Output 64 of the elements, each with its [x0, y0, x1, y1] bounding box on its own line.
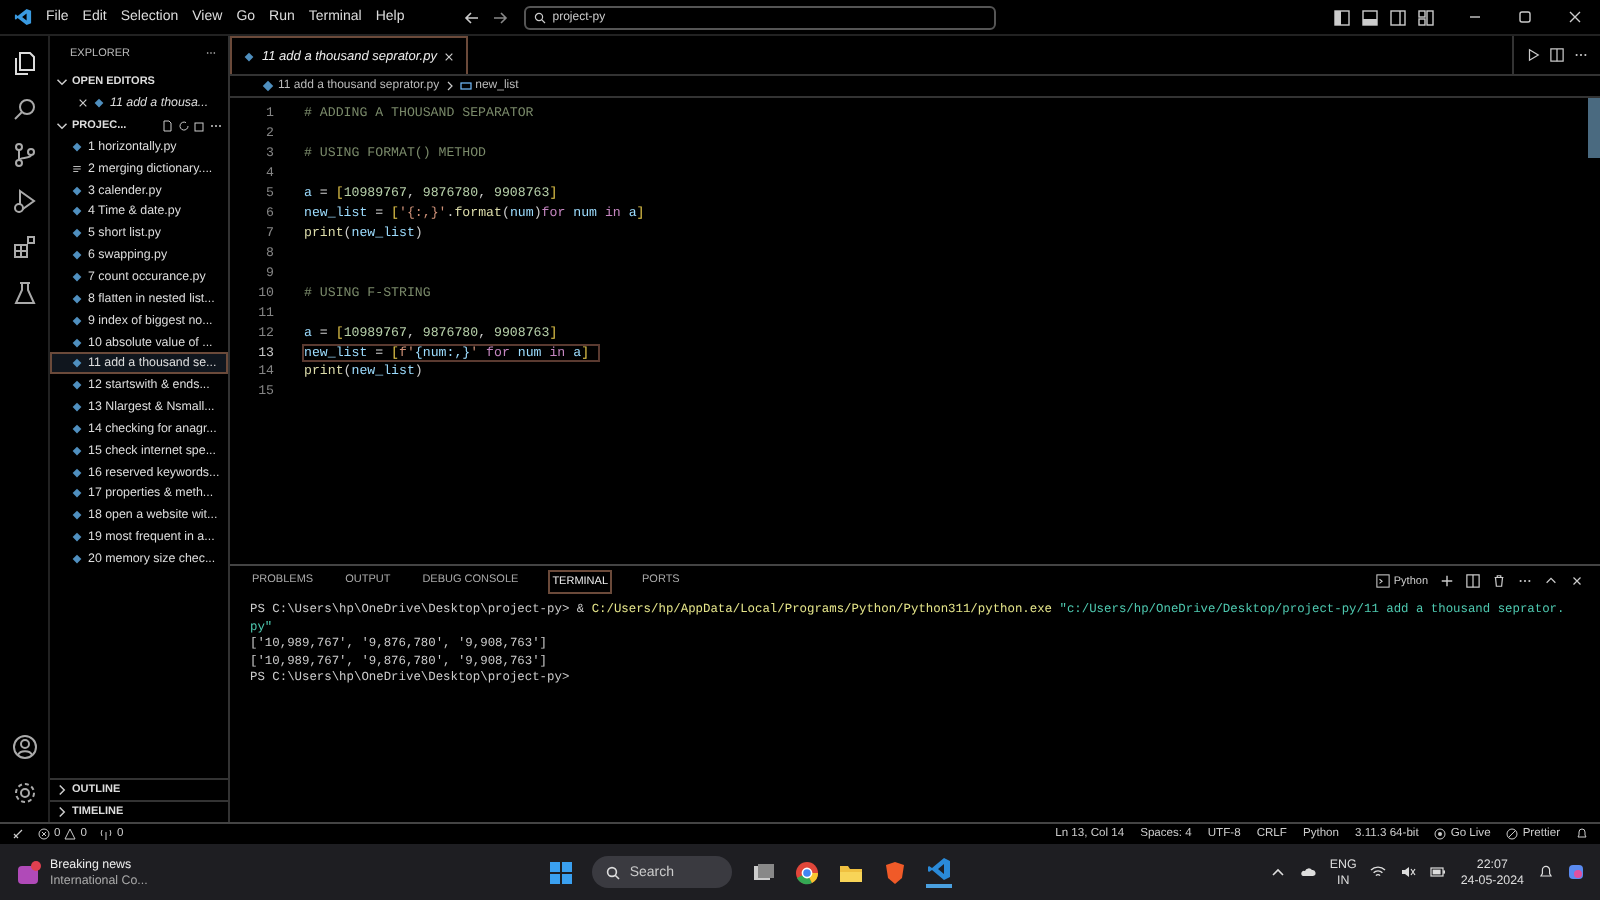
speaker-icon[interactable]	[1400, 864, 1417, 880]
refresh-icon[interactable]	[178, 119, 190, 131]
battery-icon[interactable]	[1430, 864, 1447, 880]
scrollbar-thumb[interactable]	[1588, 98, 1600, 158]
code-editor-logo-icon	[14, 8, 32, 26]
app-icon[interactable]	[1568, 864, 1584, 880]
close-icon[interactable]	[1566, 8, 1584, 26]
python-file-icon	[72, 141, 82, 152]
split-editor-icon[interactable]	[1550, 48, 1564, 62]
run-icon[interactable]	[1526, 48, 1540, 62]
python-file-icon	[94, 98, 104, 108]
split-terminal-icon[interactable]	[1466, 574, 1480, 588]
bell-icon[interactable]	[1576, 828, 1588, 840]
warning-icon	[64, 828, 77, 840]
toggle-sidebar-icon[interactable]	[1334, 9, 1350, 25]
chevron-icon[interactable]	[56, 75, 68, 87]
search-icon	[605, 865, 620, 879]
broadcast-icon	[1434, 828, 1447, 840]
back-arrow-icon[interactable]	[464, 9, 481, 25]
chevron-icon[interactable]	[56, 119, 68, 131]
chevron-up-icon[interactable]	[1269, 864, 1286, 880]
wifi-icon[interactable]	[1370, 864, 1387, 880]
bell-icon[interactable]	[1538, 864, 1554, 880]
antenna-icon	[100, 828, 113, 840]
trash-icon[interactable]	[1492, 574, 1506, 588]
toggle-panel-icon[interactable]	[1362, 9, 1378, 25]
shield-icon[interactable]	[881, 859, 908, 885]
python-file-icon	[244, 51, 254, 61]
cloud-icon[interactable]	[1299, 864, 1316, 880]
remote-icon[interactable]	[12, 828, 24, 840]
variable-icon	[459, 80, 472, 92]
chevron-icon	[443, 80, 456, 92]
close-icon[interactable]	[78, 98, 88, 108]
maximize-icon[interactable]	[1516, 8, 1534, 26]
collapse-icon[interactable]	[194, 119, 206, 131]
account-icon[interactable]	[11, 734, 37, 760]
browser-icon[interactable]	[793, 859, 820, 885]
code-editor-icon[interactable]	[925, 856, 952, 888]
error-icon	[38, 828, 50, 840]
start-icon[interactable]	[547, 859, 574, 885]
run-debug-icon[interactable]	[11, 188, 37, 214]
text-file-icon	[72, 163, 82, 174]
chevron-icon[interactable]	[56, 784, 68, 796]
plus-icon[interactable]	[1440, 574, 1454, 588]
search-icon[interactable]	[11, 96, 37, 122]
layout-icon[interactable]	[1418, 9, 1434, 25]
extensions-icon[interactable]	[11, 234, 37, 260]
no-entry-icon	[1506, 828, 1519, 840]
new-file-icon[interactable]	[162, 119, 174, 131]
source-control-icon[interactable]	[11, 142, 37, 168]
desktop-icon[interactable]	[749, 859, 776, 885]
python-file-icon	[262, 80, 274, 92]
chevron-up-icon[interactable]	[1544, 574, 1558, 588]
settings-icon[interactable]	[11, 780, 37, 806]
weather-widget-icon[interactable]	[16, 859, 42, 885]
close-icon[interactable]	[444, 51, 455, 61]
close-icon[interactable]	[1570, 574, 1584, 588]
toggle-secondary-sidebar-icon[interactable]	[1390, 9, 1406, 25]
forward-arrow-icon[interactable]	[492, 9, 509, 25]
terminal-icon	[1375, 574, 1390, 588]
files-icon[interactable]	[11, 50, 37, 76]
search-icon	[534, 11, 547, 23]
flask-icon[interactable]	[11, 280, 37, 306]
chevron-icon[interactable]	[56, 806, 68, 818]
